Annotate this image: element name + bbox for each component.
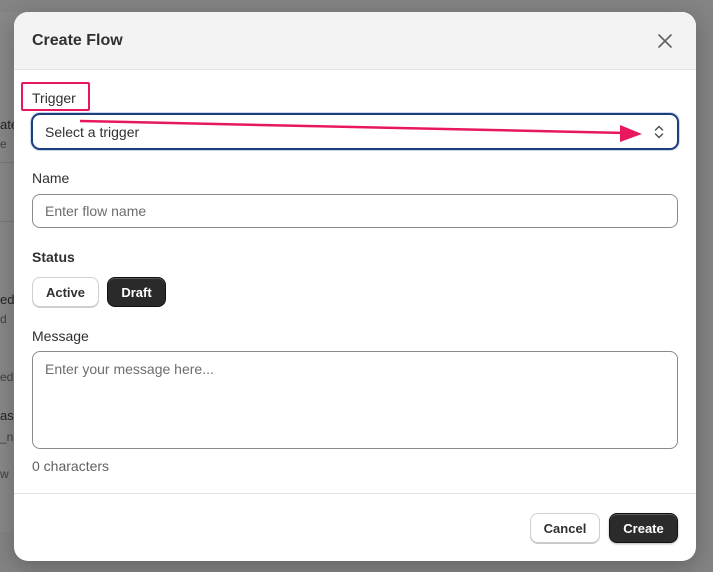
flow-name-input[interactable] (32, 194, 678, 228)
cancel-button[interactable]: Cancel (530, 513, 600, 543)
chevron-up-down-icon (654, 125, 664, 138)
modal-title: Create Flow (32, 31, 123, 49)
status-active-button[interactable]: Active (32, 277, 99, 307)
create-flow-modal: Create Flow Trigger Select a trigger Nam… (14, 12, 696, 561)
trigger-highlight-box (21, 82, 90, 111)
name-label: Name (32, 170, 70, 186)
create-button[interactable]: Create (609, 513, 678, 543)
trigger-select-value: Select a trigger (45, 123, 140, 140)
character-count: 0 characters (32, 458, 110, 474)
message-label: Message (32, 328, 89, 344)
status-draft-button[interactable]: Draft (107, 277, 166, 307)
modal-header: Create Flow (14, 12, 696, 70)
close-button[interactable] (652, 28, 678, 54)
close-icon (658, 33, 672, 48)
trigger-select[interactable]: Select a trigger (31, 113, 679, 150)
footer-divider (14, 493, 696, 494)
message-textarea[interactable] (32, 351, 678, 449)
status-label: Status (32, 249, 75, 265)
